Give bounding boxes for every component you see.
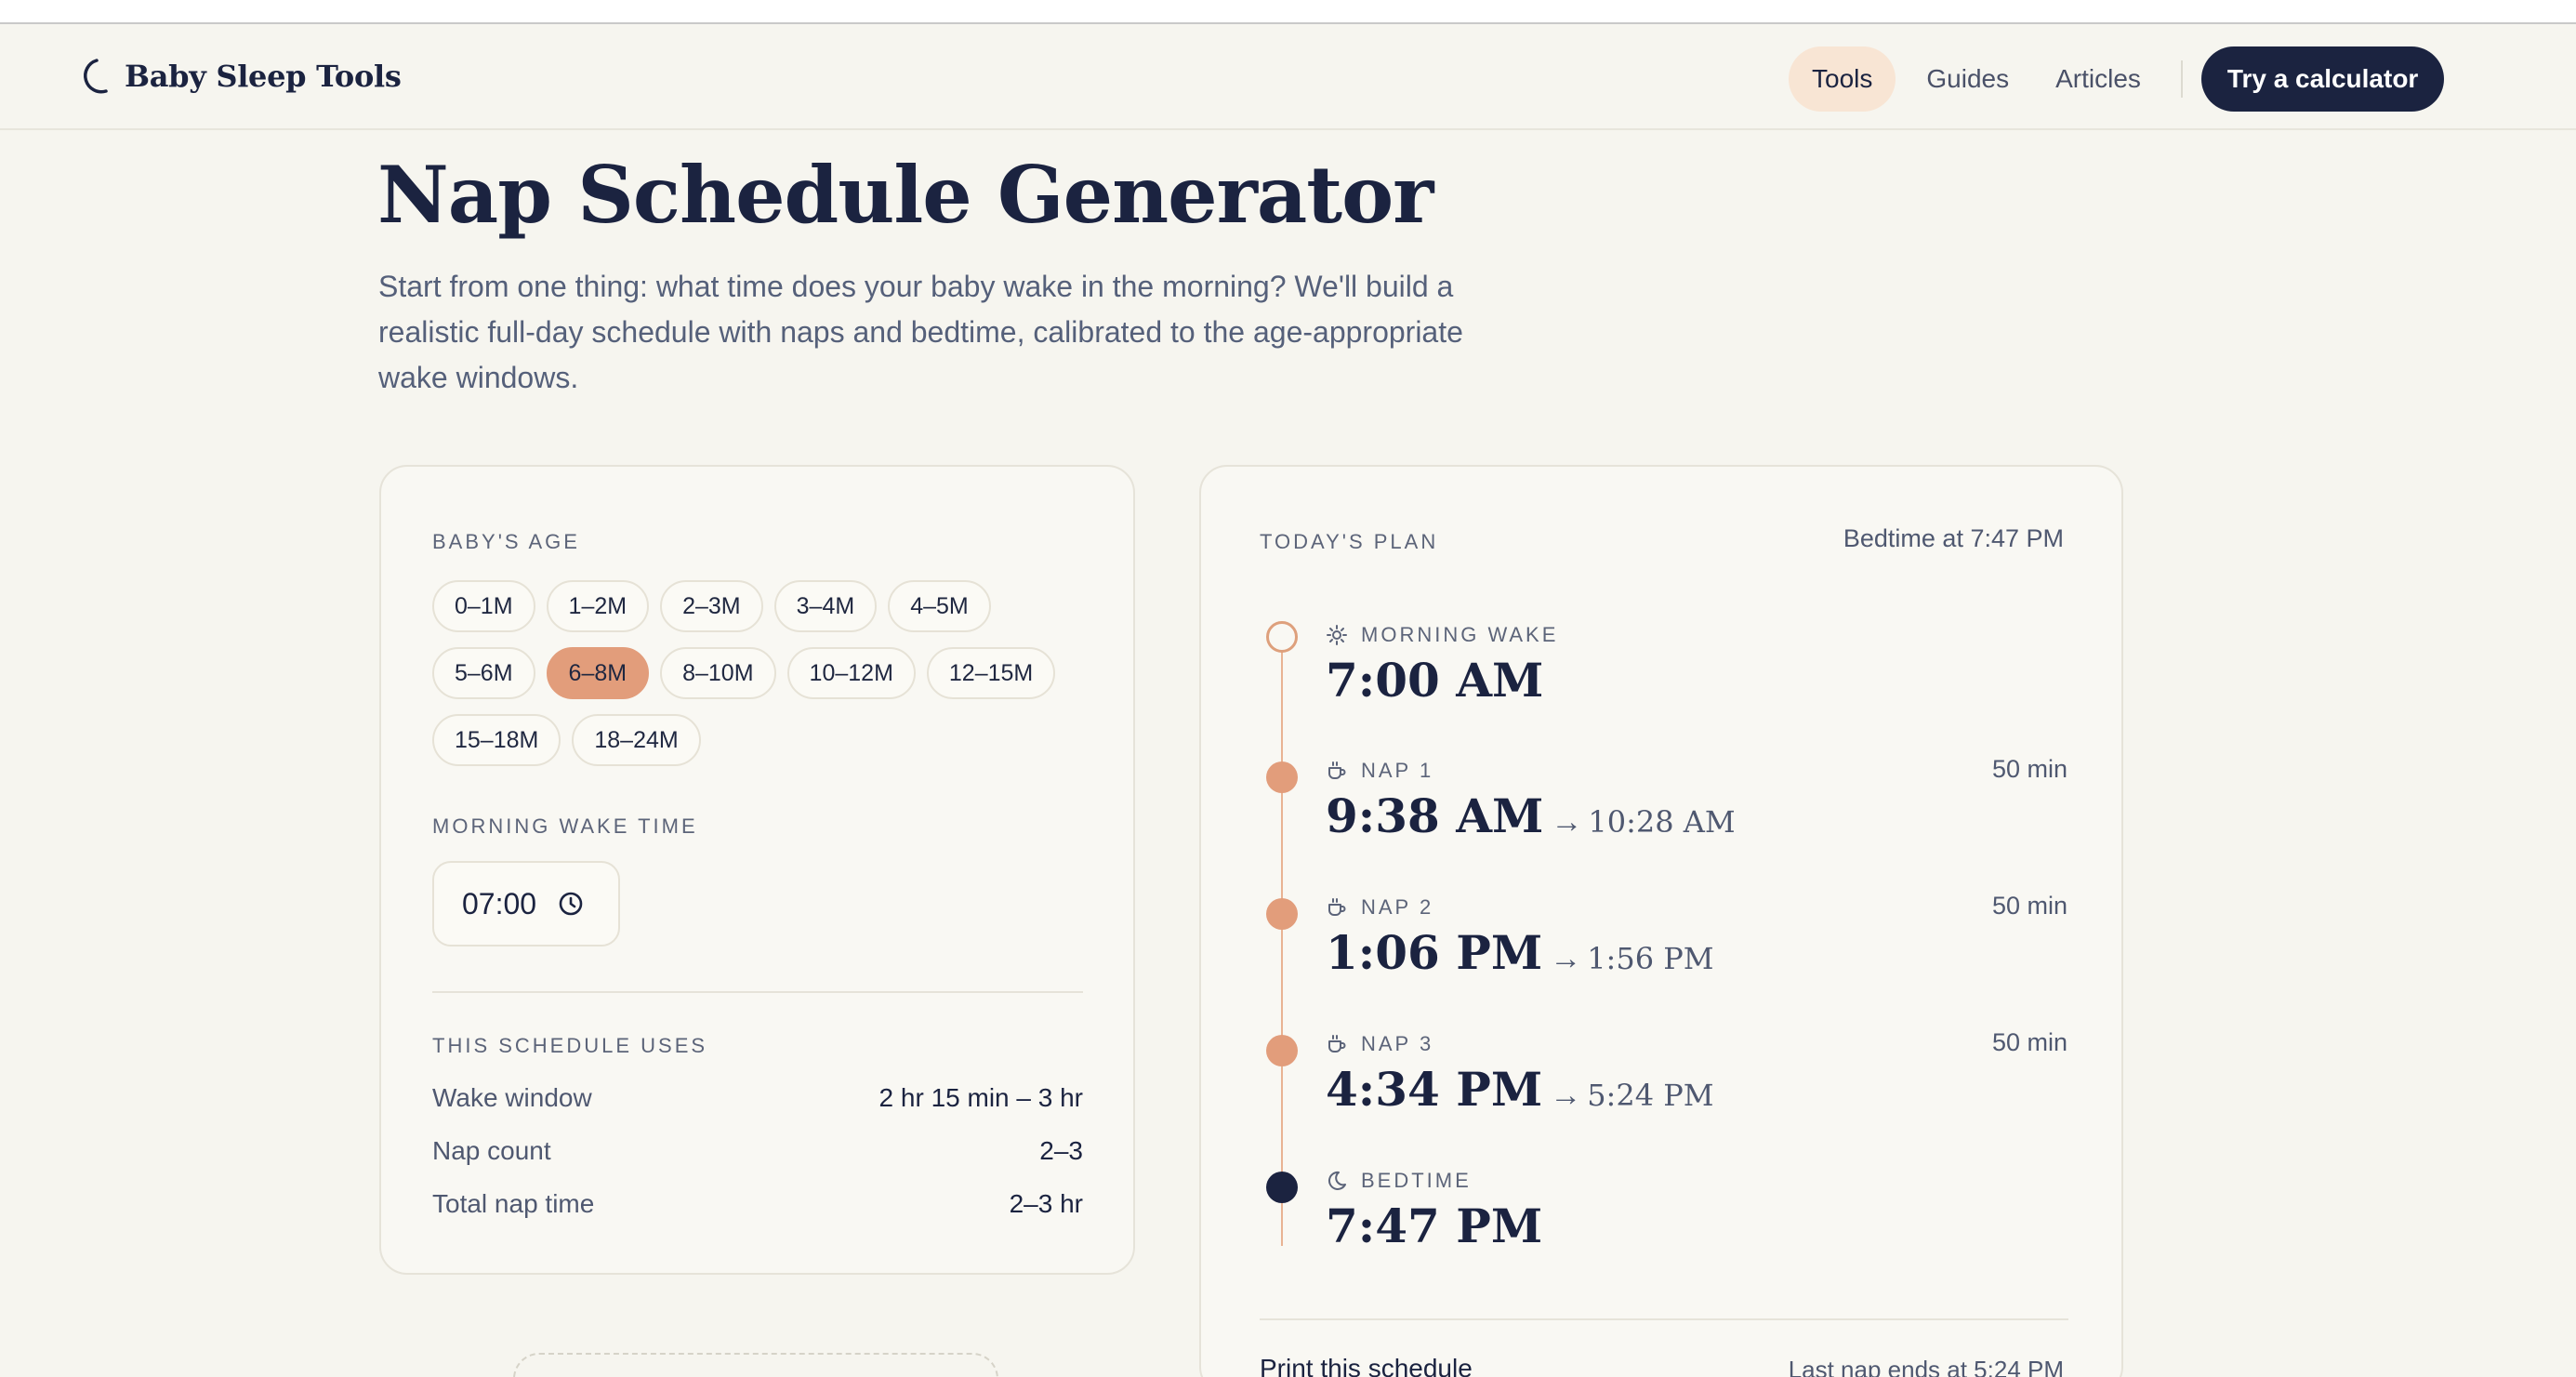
age-chip-3-4m[interactable]: 3–4M [773, 580, 878, 632]
schedule-uses-list: Wake window 2 hr 15 min – 3 hr Nap count… [432, 1075, 1083, 1234]
nav-guides[interactable]: Guides [1903, 46, 2032, 112]
schedule-uses-label: THIS SCHEDULE USES [432, 1034, 708, 1057]
age-chip-1-2m[interactable]: 1–2M [546, 580, 650, 632]
age-chip-6-8m-selected[interactable]: 6–8M [546, 647, 650, 699]
age-chip-5-6m[interactable]: 5–6M [432, 647, 535, 699]
uses-key: Nap count [432, 1136, 551, 1165]
timeline-kind: NAP 3 [1361, 1032, 1434, 1055]
moon-icon [84, 59, 108, 94]
timeline-time: 9:38 AM → 10:28 AM [1326, 788, 1736, 843]
age-row: 5–6M 6–8M 8–10M 10–12M 12–15M [432, 647, 1083, 699]
page-title: Nap Schedule Generator [377, 149, 1433, 241]
age-chip-8-10m[interactable]: 8–10M [660, 647, 776, 699]
age-row: 0–1M 1–2M 2–3M 3–4M 4–5M [432, 580, 1083, 632]
timeline-head: NAP 1 [1326, 759, 1433, 783]
end-time: 1:56 PM [1587, 941, 1714, 976]
uses-row-total-nap-time: Total nap time 2–3 hr [432, 1181, 1083, 1234]
wake-time-input[interactable]: 07:00 [432, 861, 620, 947]
uses-value: 2–3 [1039, 1136, 1083, 1165]
timeline-dot [1266, 898, 1298, 930]
divider [432, 991, 1083, 993]
timeline-dot [1266, 1035, 1298, 1066]
nap-duration: 50 min [1991, 1028, 2067, 1056]
brand-name: Baby Sleep Tools [125, 59, 402, 94]
timeline-head: NAP 2 [1326, 895, 1433, 920]
wake-time-value: 07:00 [462, 886, 537, 920]
start-time: 1:06 PM [1326, 925, 1543, 980]
plan-card: TODAY'S PLAN Bedtime at 7:47 PM MORNING … [1199, 465, 2123, 1377]
start-time: 9:38 AM [1326, 788, 1544, 843]
arrow-icon: → [1550, 941, 1582, 976]
age-selector: 0–1M 1–2M 2–3M 3–4M 4–5M 5–6M 6–8M 8–10M… [432, 580, 1083, 781]
settings-card: BABY'S AGE 0–1M 1–2M 2–3M 3–4M 4–5M 5–6M… [379, 465, 1135, 1275]
timeline-kind: NAP 2 [1361, 895, 1434, 919]
print-schedule-link[interactable]: Print this schedule [1260, 1354, 1473, 1377]
arrow-icon: → [1550, 1078, 1582, 1113]
start-time: 4:34 PM [1326, 1062, 1543, 1117]
age-chip-15-18m[interactable]: 15–18M [432, 714, 561, 766]
last-nap-summary: Last nap ends at 5:24 PM [1788, 1356, 2064, 1377]
browser-bookmarks-bar [0, 0, 2576, 24]
bedtime-summary: Bedtime at 7:47 PM [1843, 524, 2064, 552]
timeline-dot [1266, 1172, 1298, 1203]
timeline-time: 1:06 PM → 1:56 PM [1326, 925, 1714, 980]
uses-row-wake-window: Wake window 2 hr 15 min – 3 hr [432, 1075, 1083, 1128]
intro-text: Start from one thing: what time does you… [378, 270, 1463, 394]
uses-row-nap-count: Nap count 2–3 [432, 1128, 1083, 1181]
age-chip-0-1m[interactable]: 0–1M [432, 580, 535, 632]
timeline-head: MORNING WAKE [1326, 623, 1558, 647]
nap-duration: 50 min [1991, 892, 2067, 920]
plan-label: TODAY'S PLAN [1260, 530, 1439, 553]
nap-duration: 50 min [1991, 755, 2067, 783]
age-chip-18-24m[interactable]: 18–24M [572, 714, 701, 766]
timeline-line [1281, 642, 1283, 1246]
main-nav: Tools Guides Articles Try a calculator [1789, 46, 2445, 112]
timeline-kind: NAP 1 [1361, 759, 1434, 782]
try-calculator-button[interactable]: Try a calculator [2200, 46, 2445, 112]
cup-icon [1328, 1035, 1346, 1053]
start-time: 7:47 PM [1326, 1198, 1543, 1253]
sun-icon [1327, 625, 1347, 645]
uses-value: 2–3 hr [1009, 1189, 1083, 1218]
clock-icon[interactable] [557, 890, 585, 918]
brand-logo[interactable]: Baby Sleep Tools [74, 56, 402, 97]
uses-key: Wake window [432, 1083, 592, 1112]
age-chip-2-3m[interactable]: 2–3M [660, 580, 763, 632]
dashed-placeholder [513, 1353, 998, 1377]
timeline-time: 7:00 AM [1326, 653, 1543, 708]
age-row: 15–18M 18–24M [432, 714, 1083, 766]
timeline-kind: BEDTIME [1361, 1169, 1472, 1192]
age-chip-12-15m[interactable]: 12–15M [926, 647, 1056, 699]
end-time: 5:24 PM [1587, 1078, 1714, 1113]
timeline-head: BEDTIME [1326, 1169, 1472, 1193]
age-chip-4-5m[interactable]: 4–5M [888, 580, 991, 632]
start-time: 7:00 AM [1326, 653, 1544, 708]
timeline-time: 7:47 PM [1326, 1198, 1542, 1253]
wake-time-label: MORNING WAKE TIME [432, 814, 698, 838]
timeline-kind: MORNING WAKE [1361, 623, 1559, 646]
moon-icon [1328, 1171, 1346, 1190]
nav-articles[interactable]: Articles [2032, 46, 2164, 112]
timeline-dot [1266, 621, 1298, 653]
nav-divider [2180, 60, 2183, 98]
uses-value: 2 hr 15 min – 3 hr [878, 1083, 1083, 1112]
nav-tools[interactable]: Tools [1789, 46, 1896, 112]
uses-key: Total nap time [432, 1189, 595, 1218]
age-label: BABY'S AGE [432, 530, 580, 553]
cup-icon [1328, 898, 1346, 916]
arrow-icon: → [1551, 804, 1583, 840]
divider [1260, 1318, 2068, 1320]
cup-icon [1328, 761, 1346, 779]
timeline-time: 4:34 PM → 5:24 PM [1326, 1062, 1714, 1117]
timeline-head: NAP 3 [1326, 1032, 1433, 1056]
end-time: 10:28 AM [1588, 804, 1736, 840]
timeline-dot [1266, 761, 1298, 793]
site-header: Baby Sleep Tools Tools Guides Articles T… [0, 24, 2576, 130]
age-chip-10-12m[interactable]: 10–12M [786, 647, 916, 699]
